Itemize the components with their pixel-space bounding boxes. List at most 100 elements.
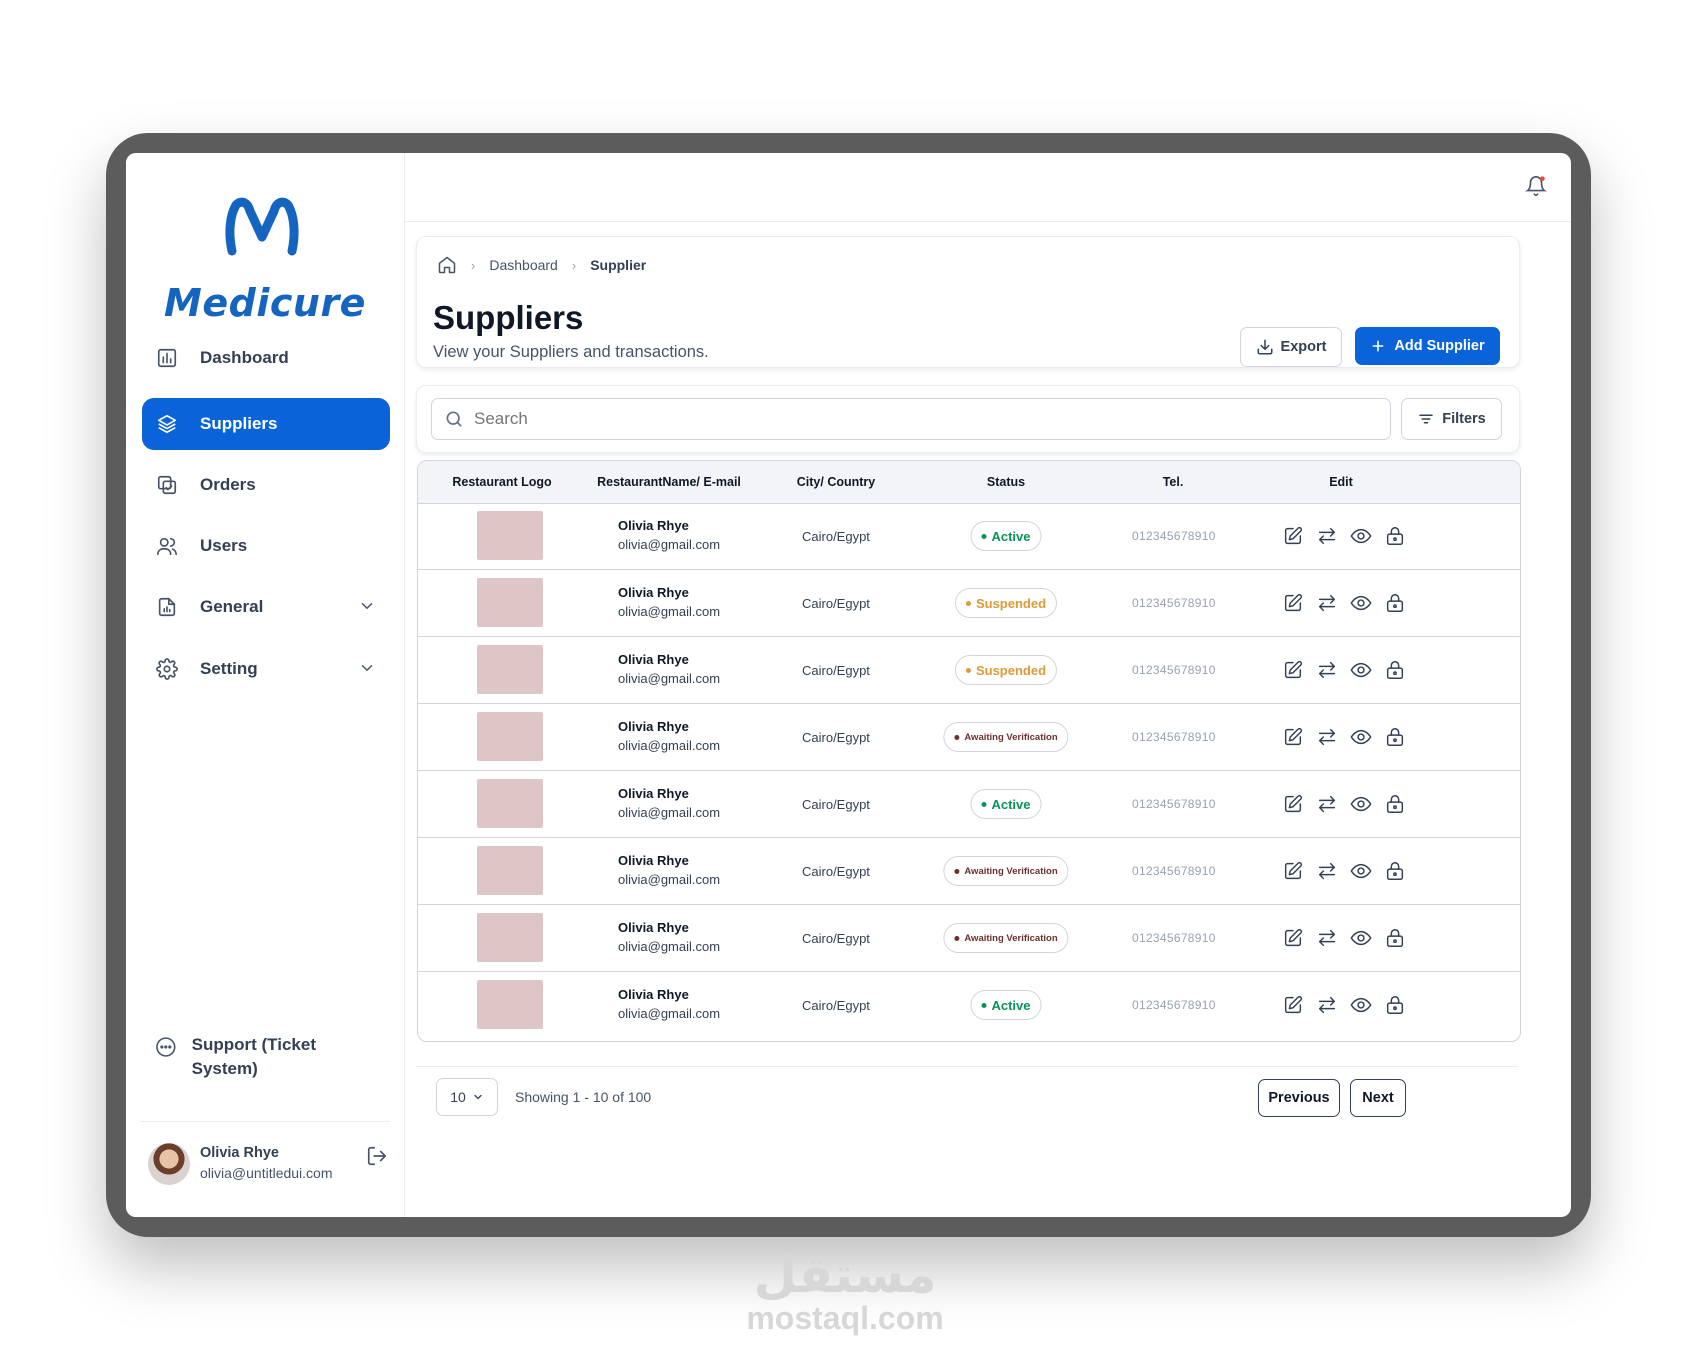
chevron-down-icon[interactable] <box>358 659 376 677</box>
sidebar-divider <box>140 1121 390 1122</box>
export-button[interactable]: Export <box>1240 327 1342 367</box>
transfer-icon[interactable] <box>1315 725 1339 749</box>
sidebar-item-support[interactable]: Support (Ticket System) <box>154 1033 384 1081</box>
transfer-icon[interactable] <box>1315 591 1339 615</box>
lock-icon[interactable] <box>1383 859 1407 883</box>
status-badge: Active <box>970 789 1042 819</box>
column-header: Tel. <box>1162 475 1184 489</box>
status-label: Active <box>991 528 1031 544</box>
user-email: olivia@untitledui.com <box>200 1165 333 1181</box>
supplier-city: Cairo/Egypt <box>802 663 870 678</box>
view-icon[interactable] <box>1349 591 1373 615</box>
table-row: Olivia Rhye olivia@gmail.com Cairo/Egypt Aw… <box>418 905 1520 972</box>
lock-icon[interactable] <box>1383 591 1407 615</box>
pagination-divider <box>416 1066 1518 1067</box>
edit-icon[interactable] <box>1281 792 1305 816</box>
next-button[interactable]: Next <box>1350 1079 1406 1117</box>
edit-icon[interactable] <box>1281 725 1305 749</box>
edit-icon[interactable] <box>1281 658 1305 682</box>
filters-button[interactable]: Filters <box>1401 398 1502 440</box>
file-chart-icon <box>154 594 180 620</box>
layers-icon <box>154 411 180 437</box>
lock-icon[interactable] <box>1383 524 1407 548</box>
sidebar-item-users[interactable]: Users <box>142 518 390 574</box>
add-supplier-button[interactable]: Add Supplier <box>1355 327 1500 365</box>
supplier-tel: 012345678910 <box>1132 931 1216 945</box>
supplier-name: Olivia Rhye <box>618 920 689 935</box>
view-icon[interactable] <box>1349 524 1373 548</box>
lock-icon[interactable] <box>1383 993 1407 1017</box>
sidebar-item-label: Users <box>200 536 248 555</box>
sidebar-item-label: Dashboard <box>200 348 289 367</box>
transfer-icon[interactable] <box>1315 658 1339 682</box>
bar-chart-icon <box>154 345 180 371</box>
supplier-email: olivia@gmail.com <box>618 1006 721 1021</box>
supplier-city: Cairo/Egypt <box>802 730 870 745</box>
home-icon[interactable] <box>437 255 457 275</box>
top-bar <box>404 153 1571 222</box>
edit-icon[interactable] <box>1281 926 1305 950</box>
sidebar-item-suppliers[interactable]: Suppliers <box>142 398 390 450</box>
app-screen: Medicure Dashboard Suppliers Orders User… <box>126 153 1571 1217</box>
sidebar-item-dashboard[interactable]: Dashboard <box>142 330 390 386</box>
page-size-value: 10 <box>450 1089 466 1105</box>
supplier-tel: 012345678910 <box>1132 529 1216 543</box>
lock-icon[interactable] <box>1383 926 1407 950</box>
pagination-summary: Showing 1 - 10 of 100 <box>515 1089 652 1105</box>
view-icon[interactable] <box>1349 859 1373 883</box>
transfer-icon[interactable] <box>1315 524 1339 548</box>
transfer-icon[interactable] <box>1315 926 1339 950</box>
plus-icon <box>1372 340 1384 352</box>
status-badge: Suspended <box>954 588 1058 618</box>
search-input[interactable] <box>472 408 1356 430</box>
page-size-select[interactable]: 10 <box>436 1078 498 1116</box>
restaurant-logo <box>477 645 543 694</box>
chevron-down-icon <box>474 1094 482 1100</box>
status-label: Active <box>991 997 1031 1013</box>
view-icon[interactable] <box>1349 993 1373 1017</box>
avatar[interactable] <box>148 1143 190 1185</box>
status-dot <box>981 533 987 539</box>
watermark-text: mostaql.com <box>746 1300 944 1336</box>
status-badge: Suspended <box>954 655 1058 685</box>
supplier-city: Cairo/Egypt <box>802 931 870 946</box>
restaurant-logo <box>477 779 543 828</box>
edit-icon[interactable] <box>1281 591 1305 615</box>
column-header: Status <box>986 475 1026 489</box>
chevron-down-icon[interactable] <box>358 597 376 615</box>
sidebar-item-general[interactable]: General <box>142 579 390 635</box>
previous-button[interactable]: Previous <box>1258 1079 1340 1117</box>
supplier-tel: 012345678910 <box>1132 797 1216 811</box>
restaurant-logo <box>477 578 543 627</box>
sidebar-item-label: General <box>200 597 264 616</box>
user-name: Olivia Rhye <box>200 1145 279 1161</box>
view-icon[interactable] <box>1349 926 1373 950</box>
status-dot <box>981 1002 987 1008</box>
view-icon[interactable] <box>1349 792 1373 816</box>
status-dot <box>965 667 971 673</box>
breadcrumb-item-dashboard[interactable]: Dashboard <box>489 257 558 273</box>
status-label: Awaiting Verification <box>964 731 1058 743</box>
notification-bell-icon[interactable] <box>1525 175 1547 197</box>
lock-icon[interactable] <box>1383 725 1407 749</box>
supplier-email: olivia@gmail.com <box>618 537 721 552</box>
transfer-icon[interactable] <box>1315 859 1339 883</box>
view-icon[interactable] <box>1349 658 1373 682</box>
transfer-icon[interactable] <box>1315 792 1339 816</box>
lock-icon[interactable] <box>1383 792 1407 816</box>
edit-icon[interactable] <box>1281 993 1305 1017</box>
search-field[interactable] <box>431 398 1391 440</box>
transfer-icon[interactable] <box>1315 993 1339 1017</box>
edit-icon[interactable] <box>1281 859 1305 883</box>
lock-icon[interactable] <box>1383 658 1407 682</box>
supplier-name: Olivia Rhye <box>618 585 689 600</box>
brand-logo-icon <box>225 197 299 256</box>
view-icon[interactable] <box>1349 725 1373 749</box>
sidebar-item-setting[interactable]: Setting <box>142 641 390 697</box>
logout-icon[interactable] <box>366 1145 388 1167</box>
supplier-city: Cairo/Egypt <box>802 529 870 544</box>
edit-icon[interactable] <box>1281 524 1305 548</box>
row-actions <box>1281 591 1417 615</box>
sidebar-item-orders[interactable]: Orders <box>142 457 390 513</box>
table-row: Olivia Rhye olivia@gmail.com Cairo/Egypt Ac… <box>418 503 1520 570</box>
